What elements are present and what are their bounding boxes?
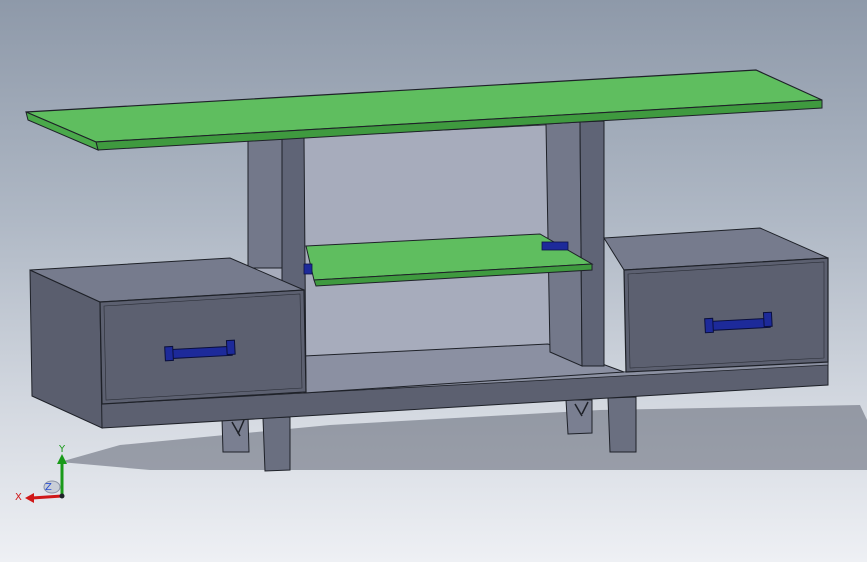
z-label: Z: [45, 482, 52, 493]
graphics-viewport[interactable]: Y X Z: [0, 0, 867, 562]
y-label: Y: [58, 444, 66, 455]
leg-front-left[interactable]: [262, 416, 291, 472]
tv-stand-model[interactable]: [0, 0, 867, 562]
leg-back-right[interactable]: [565, 399, 593, 435]
x-label: X: [15, 492, 22, 503]
post-right-side: [579, 120, 605, 367]
right-drawer-front[interactable]: [623, 257, 829, 373]
right-cabinet[interactable]: [603, 227, 829, 373]
axis-triad[interactable]: Y X Z: [14, 440, 74, 510]
shelf-bracket-right: [541, 241, 569, 251]
leg-back-left[interactable]: [221, 416, 250, 453]
y-arrowhead-icon: [57, 454, 67, 464]
post-left-front[interactable]: [247, 137, 283, 269]
left-drawer-front[interactable]: [99, 289, 307, 405]
leg-front-right[interactable]: [607, 396, 637, 453]
origin-icon: [59, 493, 65, 499]
x-arrowhead-icon: [25, 493, 34, 503]
x-axis-icon: [31, 494, 63, 500]
shelf-bracket-left: [303, 263, 313, 275]
